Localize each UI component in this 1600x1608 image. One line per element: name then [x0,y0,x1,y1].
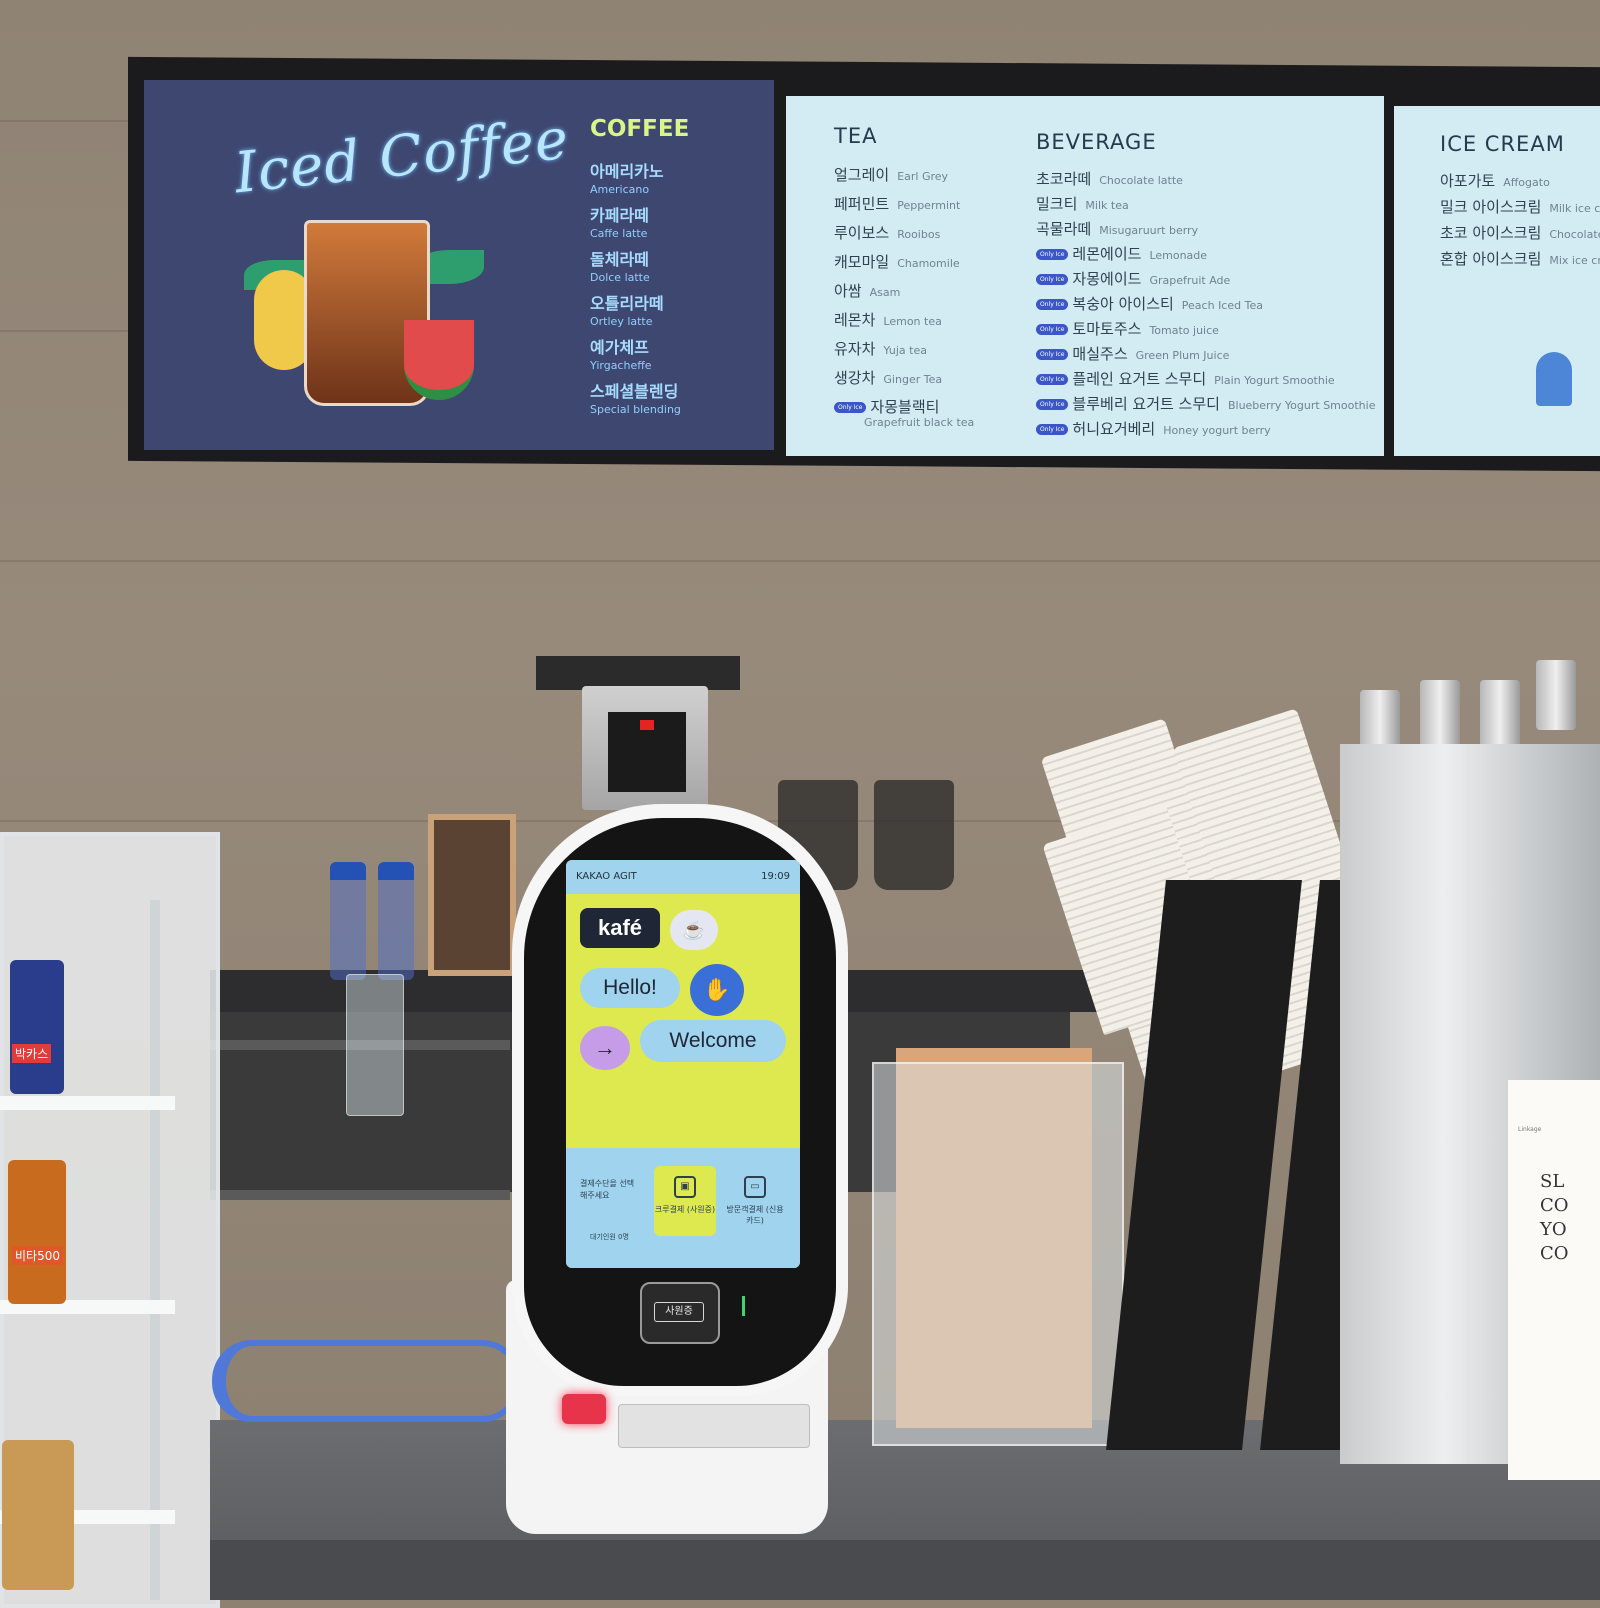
watermelon-illustration [404,320,474,400]
badge-reader-label: 사원증 [654,1302,704,1322]
status-led [742,1296,745,1316]
menu-item: 스페셜블렌딩 Special blending [590,382,681,416]
menu-item: 아쌈 Asam [834,282,901,300]
menu-item: 밀크 아이스크림Milk ice cre [1440,198,1600,216]
menu-sign-card [1508,1080,1600,1480]
bacchus-bottle [10,960,64,1094]
wall-seam [0,560,1600,562]
only-ice-badge: Only Ice [1036,299,1069,310]
menu-item: Only Ice 플레인 요거트 스무디 Plain Yogurt Smoothie [1036,368,1335,389]
tea-category-title: TEA [834,124,878,148]
queue-count: 대기인원 0명 [590,1233,629,1241]
counter-edge [210,1540,1600,1600]
glass-pitcher [346,974,404,1116]
credit-card-icon: ▭ [744,1176,766,1198]
milk-pitcher [1420,680,1460,750]
kiosk-screen: KAKAO AGIT 19:09 kafé ☕ Hello! ✋ → Welco… [566,860,800,1268]
menu-item: 생강차 Ginger Tea [834,369,943,387]
only-ice-badge: Only Ice [1036,424,1069,435]
only-ice-badge: Only Ice [1036,374,1069,385]
only-ice-badge: Only Ice [834,402,867,413]
menu-item: 아메리카노 Americano [590,162,664,196]
guest-payment-button[interactable]: ▭ 방문객결제 (신용카드) [724,1166,786,1236]
menu-item: Only Ice 블루베리 요거트 스무디 Blueberry Yogurt Smo… [1036,393,1375,414]
kiosk-brand: KAKAO AGIT [576,871,637,882]
only-ice-badge: Only Ice [1036,324,1069,335]
menu-item: Only Ice 레몬에이드 Lemonade [1036,243,1207,264]
menu-item: 루이보스 Rooibos [834,224,941,242]
milk-pitcher [1480,680,1520,750]
menu-item: Only Ice 자몽에이드 Grapefruit Ade [1036,268,1230,289]
sign-caption: Linkage [1518,1126,1542,1133]
syrup-bottle [378,862,414,980]
juice-bottle [2,1440,74,1590]
back-shelf [210,1190,510,1200]
coffee-category-title: COFFEE [590,116,690,142]
menu-item: 레몬차 Lemon tea [834,311,942,329]
menu-item: Only Ice 매실주스 Green Plum Juice [1036,343,1229,364]
menu-item: 얼그레이 Earl Grey [834,166,949,184]
menu-item: 밀크티 Milk tea [1036,195,1129,213]
menu-item: Only Ice 허니요거베리 Honey yogurt berry [1036,418,1271,439]
fridge-post [150,900,160,1600]
beverage-category-title: BEVERAGE [1036,130,1157,154]
payment-selector: 결제수단을 선택해주세요 대기인원 0명 ▣ 크루결제 (사원증) ▭ 방문객결… [566,1148,800,1268]
kiosk-time: 19:09 [761,871,790,882]
hello-bubble: Hello! [580,968,680,1008]
menu-item: 초코 아이스크림Chocolate i [1440,224,1600,242]
payment-hint: 결제수단을 선택해주세요 [580,1179,635,1200]
menu-item: 돌체라떼 Dolce latte [590,250,650,284]
menu-item: 카페라떼 Caffe latte [590,206,649,240]
fridge-shelf [0,1096,175,1110]
vita500-label: 비타500 [12,1246,63,1265]
menu-item: 오틀리라떼 Ortley latte [590,294,664,328]
menu-item: 아포가토 Affogato [1440,172,1550,190]
waving-hand-icon: ✋ [690,964,744,1016]
grinder-top [536,656,740,690]
ice-cream-cone-icon [1536,352,1572,406]
acrylic-holder [872,1062,1124,1446]
card-slot[interactable] [618,1404,810,1448]
syrup-bottle [330,862,366,980]
bacchus-label: 박카스 [12,1044,52,1063]
ice-cream-category-title: ICE CREAM [1440,132,1565,156]
blender-jar [874,780,954,890]
coffee-cup-icon: ☕ [670,910,718,950]
menu-item: 곡물라떼 Misugaruurt berry [1036,220,1199,238]
arrow-right-icon[interactable]: → [580,1026,630,1070]
vita500-bottle [8,1160,66,1304]
grinder-display [640,720,654,730]
menu-item: 혼합 아이스크림Mix ice crea [1440,250,1600,268]
blue-cable-coil [212,1340,522,1422]
scanner-light [562,1394,606,1424]
only-ice-badge: Only Ice [1036,274,1069,285]
iced-coffee-headline: Iced Coffee [231,106,573,207]
badge-card-icon: ▣ [674,1176,696,1198]
menu-item: 초코라떼 Chocolate latte [1036,170,1183,188]
milk-pitcher [1536,660,1576,730]
menu-item: 캐모마일 Chamomile [834,253,960,271]
sign-text: SL CO YO CO [1540,1171,1569,1264]
only-ice-badge: Only Ice [1036,349,1069,360]
kiosk-status-bar: KAKAO AGIT 19:09 [566,860,800,894]
kafe-logo: kafé [580,908,660,948]
menu-item: 페퍼민트 Peppermint [834,195,961,213]
ice-cream-menu-screen: ICE CREAM 아포가토 Affogato 밀크 아이스크림 Milk ice … [1394,106,1600,456]
welcome-bubble: Welcome [640,1020,786,1062]
menu-item: Only Ice 토마토주스 Tomato juice [1036,318,1219,339]
only-ice-badge: Only Ice [1036,249,1069,260]
menu-item: 유자차 Yuja tea [834,340,927,358]
menu-item-english: Grapefruit black tea [864,416,975,429]
wooden-frame [428,814,516,976]
menu-item: 예가체프 Yirgacheffe [590,338,652,372]
menu-item: Only Ice 복숭아 아이스티 Peach Iced Tea [1036,293,1263,314]
menu-item: Only Ice 자몽블랙티 [834,396,939,417]
crew-payment-button[interactable]: ▣ 크루결제 (사원증) [654,1166,716,1236]
only-ice-badge: Only Ice [1036,399,1069,410]
